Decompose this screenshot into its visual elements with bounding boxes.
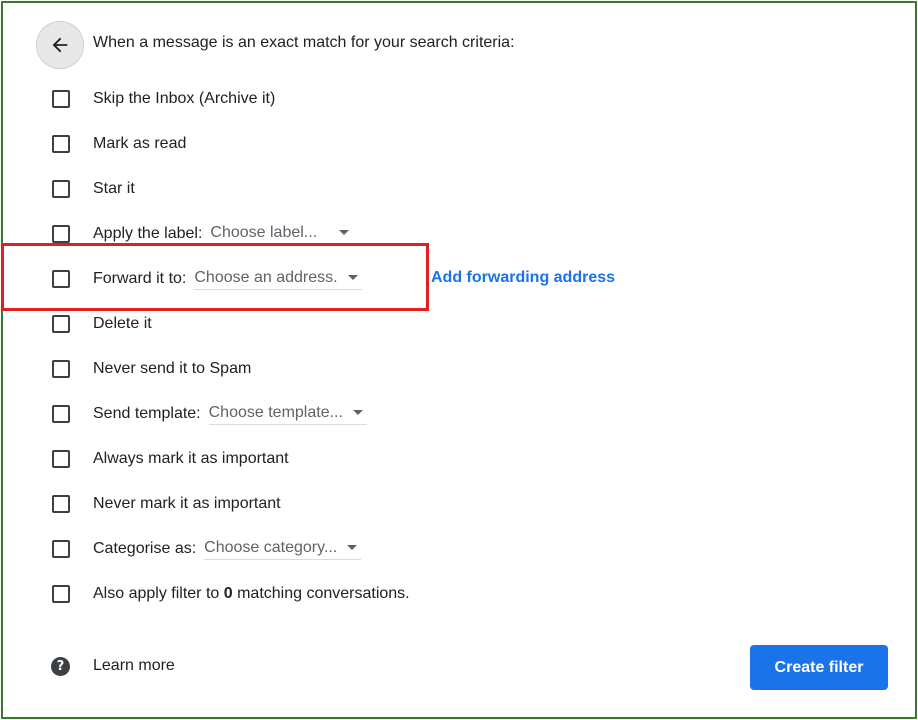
create-filter-button[interactable]: Create filter [750,645,888,690]
send-template-checkbox[interactable] [52,405,70,423]
star-label: Star it [93,180,135,197]
always-important-label: Always mark it as important [93,450,289,467]
categorise-checkbox[interactable] [52,540,70,558]
matching-count: 0 [223,585,233,602]
option-never-important[interactable]: Never mark it as important [52,492,281,516]
skip-inbox-label: Skip the Inbox (Archive it) [93,90,276,107]
back-button[interactable] [36,21,84,69]
option-also-apply[interactable]: Also apply filter to 0 matching conversa… [52,582,410,606]
categorise-label: Categorise as: [93,540,197,557]
also-apply-label: Also apply filter to 0 matching conversa… [93,585,410,603]
option-delete[interactable]: Delete it [52,312,152,336]
never-spam-checkbox[interactable] [52,360,70,378]
always-important-checkbox[interactable] [52,450,70,468]
template-select[interactable]: Choose template... [208,403,367,425]
apply-label-label: Apply the label: [93,225,203,242]
mark-read-checkbox[interactable] [52,135,70,153]
category-select-value: Choose category... [204,538,338,556]
never-spam-label: Never send it to Spam [93,360,252,377]
also-apply-prefix: Also apply filter to [93,585,224,602]
skip-inbox-checkbox[interactable] [52,90,70,108]
send-template-label: Send template: [93,405,201,422]
delete-label: Delete it [93,315,152,332]
caret-down-icon [352,410,363,415]
option-always-important[interactable]: Always mark it as important [52,447,289,471]
star-checkbox[interactable] [52,180,70,198]
caret-down-icon [347,545,358,550]
option-send-template[interactable]: Send template: Choose template... [52,402,367,426]
criteria-header: When a message is an exact match for you… [93,34,515,51]
also-apply-suffix: matching conversations. [232,585,410,602]
help-icon[interactable]: ? [51,657,70,676]
never-important-label: Never mark it as important [93,495,281,512]
label-select-value: Choose label... [210,223,318,241]
add-forwarding-address-link[interactable]: Add forwarding address [431,269,615,287]
learn-more-link[interactable]: Learn more [93,657,175,675]
caret-down-icon [339,230,350,235]
apply-label-checkbox[interactable] [52,225,70,243]
option-mark-read[interactable]: Mark as read [52,132,186,156]
option-never-spam[interactable]: Never send it to Spam [52,357,251,381]
highlight-box [1,243,429,311]
category-select[interactable]: Choose category... [204,538,362,560]
arrow-left-icon [52,37,68,53]
option-skip-inbox[interactable]: Skip the Inbox (Archive it) [52,87,275,111]
label-select[interactable]: Choose label... [210,223,354,245]
never-important-checkbox[interactable] [52,495,70,513]
mark-read-label: Mark as read [93,135,187,152]
also-apply-checkbox[interactable] [52,585,70,603]
option-star[interactable]: Star it [52,177,135,201]
option-categorise[interactable]: Categorise as: Choose category... [52,537,362,561]
template-select-value: Choose template... [208,403,343,421]
delete-checkbox[interactable] [52,315,70,333]
